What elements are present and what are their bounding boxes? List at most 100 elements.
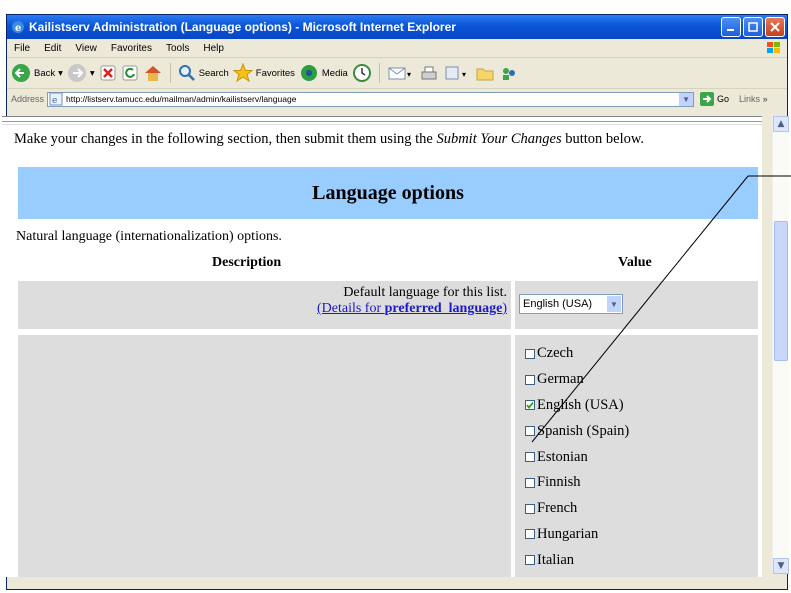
stop-icon[interactable] [99,64,117,82]
media-label: Media [321,67,348,79]
address-bar: Address e http://listserv.tamucc.edu/mai… [7,89,787,109]
search-button[interactable]: Search [178,64,229,82]
language-option[interactable]: Czech [525,341,629,367]
language-option[interactable]: French [525,496,629,522]
checkbox[interactable] [525,503,535,514]
checkbox[interactable] [525,452,535,463]
language-option[interactable]: Estonian [525,444,629,470]
language-option[interactable]: German [525,367,629,393]
links-label: Links [739,94,761,104]
scroll-up-button[interactable]: ▲ [773,116,789,132]
language-label: Hungarian [537,525,599,542]
search-icon [178,65,195,81]
go-arrow-icon [700,92,715,106]
section-header: Language options [18,167,758,219]
language-label: German [537,371,584,388]
menu-tools[interactable]: Tools [159,43,196,54]
favorites-button[interactable]: Favorites [232,63,295,83]
checkbox[interactable] [525,426,535,437]
star-icon [232,63,253,83]
folder-icon[interactable] [475,64,495,82]
default-language-label: Default language for this list. [343,285,507,300]
menu-help[interactable]: Help [196,43,231,54]
search-label: Search [198,67,229,79]
svg-text:e: e [52,96,57,106]
edit-icon[interactable]: ▾ [443,64,471,82]
chevron-down-icon: ▼ [682,94,690,104]
default-language-select[interactable]: English (USA) ▼ [519,294,623,314]
address-label: Address [11,94,45,104]
svg-text:▾: ▾ [407,70,411,79]
select-dropdown-button[interactable]: ▼ [607,296,621,312]
chevron-down-icon: ▼ [777,561,785,571]
section-title: Language options [312,181,464,204]
language-option[interactable]: English (USA) [525,393,629,419]
checkbox[interactable] [525,529,535,540]
dropdown-arrow-icon: ▾ [89,67,95,79]
menu-favorites[interactable]: Favorites [104,43,159,54]
menu-edit[interactable]: Edit [37,43,68,54]
go-label: Go [717,94,730,104]
vertical-scrollbar[interactable]: ▲ ▼ [772,116,789,574]
checkmark-icon [526,402,534,410]
close-button[interactable] [765,17,785,37]
back-arrow-icon [12,64,30,82]
forward-button[interactable]: ▾ [67,63,95,83]
address-url: http://listserv.tamucc.edu/mailman/admin… [66,94,297,104]
refresh-icon[interactable] [121,64,139,82]
page-content: Make your changes in the following secti… [2,116,762,577]
menu-file[interactable]: File [7,43,37,54]
windows-logo-icon [767,42,780,53]
favorites-label: Favorites [255,67,295,79]
language-option[interactable]: Italian [525,547,629,573]
language-label: Italian [537,551,575,568]
scroll-thumb[interactable] [774,221,788,361]
menu-view[interactable]: View [68,43,104,54]
print-icon[interactable] [419,64,439,82]
go-button[interactable]: Go [700,92,729,106]
address-dropdown-button[interactable]: ▼ [679,92,694,106]
details-link-variable: preferred_language [384,301,503,316]
checkbox[interactable] [525,555,535,566]
checkbox[interactable] [525,374,535,385]
intro-text-start: Make your changes in the following secti… [14,131,437,147]
section-subtitle: Natural language (internationalization) … [16,229,282,244]
minimize-button[interactable] [721,17,741,37]
value-cell: Czech German English (USA) Spanish (Spai… [515,335,758,577]
checkbox[interactable] [525,348,535,359]
links-button[interactable]: Links » [739,94,768,104]
chevron-up-icon: ▲ [777,119,785,129]
description-cell: Default language for this list. (Details… [18,281,511,329]
value-cell: English (USA) ▼ [515,281,758,329]
mail-icon[interactable]: ▾ [387,64,415,82]
svg-text:e: e [15,23,21,34]
svg-text:▾: ▾ [462,70,466,79]
maximize-button[interactable] [743,17,763,37]
checkbox[interactable] [525,400,535,411]
intro-text-emphasis: Submit Your Changes [436,131,562,147]
home-icon[interactable] [143,64,163,82]
history-icon[interactable] [352,63,372,83]
title-bar: e Kailistserv Administration (Language o… [7,15,787,39]
details-link-suffix: ) [502,301,507,316]
back-button[interactable]: Back ▾ [11,63,63,83]
media-icon [300,65,317,81]
divider [2,121,762,125]
media-button[interactable]: Media [299,63,348,83]
table-row: Default language for this list. (Details… [18,281,758,331]
scroll-down-button[interactable]: ▼ [773,558,789,574]
language-option[interactable]: Finnish [525,470,629,496]
toolbar: Back ▾ ▾ Search Favorites Media ▾ ▾ [7,58,787,89]
dropdown-arrow-icon: ▾ [58,67,63,79]
checkbox[interactable] [525,477,535,488]
language-label: English (USA) [537,396,624,413]
details-link-prefix: (Details for [316,301,385,316]
intro-text-end: button below. [561,131,645,147]
details-link[interactable]: (Details for preferred_language) [317,301,507,316]
address-input[interactable]: e http://listserv.tamucc.edu/mailman/adm… [47,91,695,107]
language-option[interactable]: Spanish (Spain) [525,418,629,444]
language-label: Czech [537,345,574,362]
maximize-icon [748,22,758,32]
language-option[interactable]: Hungarian [525,522,629,548]
messenger-icon[interactable] [499,64,519,82]
